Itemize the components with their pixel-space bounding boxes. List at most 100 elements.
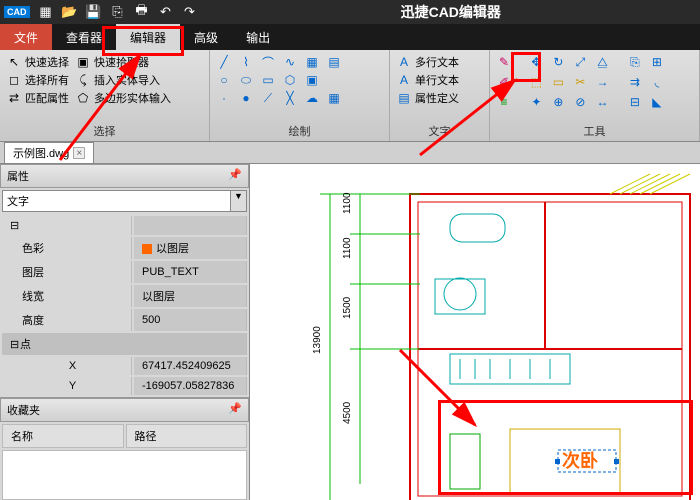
properties-panel-header[interactable]: 属性 📌 xyxy=(0,164,249,188)
open-icon[interactable]: 📂 xyxy=(61,3,79,21)
picker-icon: ▣ xyxy=(75,54,91,70)
entity-import-button[interactable]: ⤹插入实体导入 xyxy=(75,72,160,88)
table-row[interactable]: Y-169057.05827836 xyxy=(2,377,247,395)
explode-icon[interactable]: ✦ xyxy=(528,94,544,110)
select-all-button[interactable]: ◻选择所有 xyxy=(6,72,69,88)
dim-label: 1500 xyxy=(342,296,353,319)
selectall-icon: ◻ xyxy=(6,72,22,88)
floorplan-drawing: 1100 1100 1500 4500 13900 次卧 xyxy=(250,164,700,500)
arc-icon[interactable]: ⌒ xyxy=(260,54,276,70)
hatch-icon[interactable]: ▦ xyxy=(304,54,320,70)
quick-select-button[interactable]: ↖快速选择 xyxy=(6,54,69,70)
table-row[interactable]: X67417.452409625 xyxy=(2,357,247,375)
menu-file[interactable]: 文件 xyxy=(0,24,52,50)
ribbon: ↖快速选择 ▣快速拾取器 ◻选择所有 ⤹插入实体导入 ⇄匹配属性 ⬠多边形实体输… xyxy=(0,50,700,142)
polygon-input-button[interactable]: ⬠多边形实体输入 xyxy=(75,90,171,106)
move-icon[interactable]: ✥ xyxy=(528,54,544,70)
app-title: 迅捷CAD编辑器 xyxy=(202,2,700,22)
spline-icon[interactable]: ∿ xyxy=(282,54,298,70)
room-label[interactable]: 次卧 xyxy=(562,450,598,471)
chevron-down-icon[interactable]: ▼ xyxy=(231,190,247,212)
pin-icon[interactable]: 📌 xyxy=(228,402,242,418)
poly2-icon[interactable]: ⬡ xyxy=(282,72,298,88)
scale-icon[interactable]: ⤢ xyxy=(572,54,588,70)
ribbon-label-draw: 绘制 xyxy=(216,121,383,139)
favorites-title: 收藏夹 xyxy=(7,402,40,418)
undo-icon[interactable]: ↶ xyxy=(157,3,175,21)
offset-icon[interactable]: ⇉ xyxy=(627,74,643,90)
dim-label: 1100 xyxy=(342,192,353,214)
close-icon[interactable]: × xyxy=(73,147,85,159)
app-logo: CAD xyxy=(4,6,30,18)
block-icon[interactable]: ▣ xyxy=(304,72,320,88)
menu-advanced[interactable]: 高级 xyxy=(180,24,232,50)
drawing-canvas[interactable]: 1100 1100 1500 4500 13900 次卧 xyxy=(250,164,700,500)
table-row[interactable]: 图层PUB_TEXT xyxy=(2,261,247,283)
table-row[interactable]: 高度500 xyxy=(2,309,247,331)
layer-icon[interactable]: ≡ xyxy=(496,94,512,110)
array-icon[interactable]: ⊞ xyxy=(649,54,665,70)
file-tab[interactable]: 示例图.dwg × xyxy=(4,142,94,163)
mirror-icon[interactable]: ⧋ xyxy=(594,54,610,70)
menu-editor[interactable]: 编辑器 xyxy=(116,24,180,50)
brush2-icon[interactable]: ✐ xyxy=(496,74,512,90)
copy-icon[interactable]: ⎘ xyxy=(627,54,643,70)
ribbon-group-select: ↖快速选择 ▣快速拾取器 ◻选择所有 ⤹插入实体导入 ⇄匹配属性 ⬠多边形实体输… xyxy=(0,50,210,141)
table-row[interactable]: ⊟ xyxy=(2,216,247,235)
content-area: 属性 📌 文字 ▼ ⊟ 色彩以图层 图层PUB_TEXT 线宽以图层 高度500… xyxy=(0,164,700,500)
rect-icon[interactable]: ▭ xyxy=(260,72,276,88)
save-icon[interactable]: 💾 xyxy=(85,3,103,21)
region-icon[interactable]: ▤ xyxy=(326,54,342,70)
break-icon[interactable]: ⊘ xyxy=(572,94,588,110)
ray-icon[interactable]: ⟋ xyxy=(260,90,276,106)
entity-type-dropdown[interactable]: 文字 ▼ xyxy=(2,190,247,212)
pin-icon[interactable]: 📌 xyxy=(228,168,242,184)
match-props-button[interactable]: ⇄匹配属性 xyxy=(6,90,69,106)
cursor-icon: ↖ xyxy=(6,54,22,70)
attdef-icon: ▤ xyxy=(396,90,412,106)
redo-icon[interactable]: ↷ xyxy=(181,3,199,21)
circle-icon[interactable]: ○ xyxy=(216,72,232,88)
polygon-icon: ⬠ xyxy=(75,90,91,106)
fillet-icon[interactable]: ◟ xyxy=(649,74,665,90)
fav-col-name[interactable]: 名称 xyxy=(2,424,124,448)
line-icon[interactable]: ╱ xyxy=(216,54,232,70)
saveas-icon[interactable]: ⎘ xyxy=(109,3,127,21)
point-icon[interactable]: · xyxy=(216,90,232,106)
trim-icon[interactable]: ✂ xyxy=(572,74,588,90)
new-icon[interactable]: ▦ xyxy=(37,3,55,21)
box2-icon[interactable]: ▭ xyxy=(550,74,566,90)
box-icon[interactable]: ⬚ xyxy=(528,74,544,90)
ribbon-label-tools: 工具 xyxy=(496,121,693,139)
dot-icon[interactable]: ● xyxy=(238,90,254,106)
quick-pick-button[interactable]: ▣快速拾取器 xyxy=(75,54,149,70)
stext-button[interactable]: A单行文本 xyxy=(396,72,483,88)
ribbon-label-select: 选择 xyxy=(6,121,203,139)
align-icon[interactable]: ⊟ xyxy=(627,94,643,110)
table-row[interactable]: 色彩以图层 xyxy=(2,237,247,259)
mtext-button[interactable]: A多行文本 xyxy=(396,54,483,70)
brush-icon[interactable]: ✎ xyxy=(496,54,512,70)
table-icon[interactable]: ▦ xyxy=(326,90,342,106)
attdef-button[interactable]: ▤属性定义 xyxy=(396,90,483,106)
print-icon[interactable]: 🖶 xyxy=(133,3,151,21)
file-tab-label: 示例图.dwg xyxy=(13,145,69,161)
match-icon: ⇄ xyxy=(6,90,22,106)
revision-icon[interactable]: ☁ xyxy=(304,90,320,106)
favorites-panel-header[interactable]: 收藏夹 📌 xyxy=(0,398,249,422)
join-icon[interactable]: ⊕ xyxy=(550,94,566,110)
properties-table: ⊟ 色彩以图层 图层PUB_TEXT 线宽以图层 高度500 ⊟点 X67417… xyxy=(0,214,249,397)
chamfer-icon[interactable]: ◣ xyxy=(649,94,665,110)
ellipse-icon[interactable]: ⬭ xyxy=(238,72,254,88)
fav-col-path[interactable]: 路径 xyxy=(126,424,248,448)
dim-label: 13900 xyxy=(312,326,323,354)
polyline-icon[interactable]: ⌇ xyxy=(238,54,254,70)
xline-icon[interactable]: ╳ xyxy=(282,90,298,106)
menu-view[interactable]: 查看器 xyxy=(52,24,116,50)
rotate-icon[interactable]: ↻ xyxy=(550,54,566,70)
table-row[interactable]: 线宽以图层 xyxy=(2,285,247,307)
table-row[interactable]: ⊟点 xyxy=(2,333,247,355)
extend-icon[interactable]: → xyxy=(594,74,610,90)
stretch-icon[interactable]: ↔ xyxy=(594,94,610,110)
menu-output[interactable]: 输出 xyxy=(232,24,284,50)
